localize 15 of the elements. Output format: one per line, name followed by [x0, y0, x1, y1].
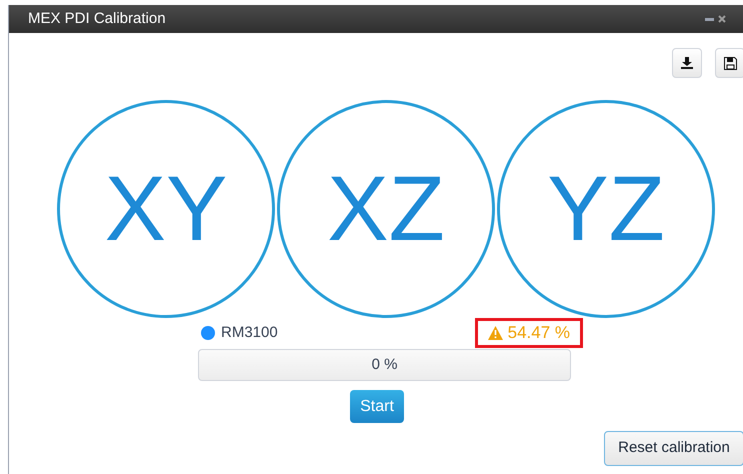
start-button[interactable]: Start: [350, 390, 404, 423]
reset-calibration-button[interactable]: Reset calibration: [604, 431, 743, 466]
close-icon[interactable]: [718, 15, 726, 23]
download-button[interactable]: [672, 48, 702, 78]
window-title: MEX PDI Calibration: [28, 8, 166, 29]
warning-icon: [488, 326, 503, 340]
plane-button[interactable]: XZ: [277, 100, 495, 318]
minimize-icon[interactable]: [705, 18, 714, 20]
save-button[interactable]: [715, 48, 743, 78]
warning-value: 54.47 %: [474, 318, 583, 348]
plane-button[interactable]: XY: [57, 100, 275, 318]
download-icon: [680, 56, 694, 70]
sensor-name: RM3100: [221, 322, 278, 342]
plane-button[interactable]: YZ: [497, 100, 715, 318]
progress-reading: 0 %: [372, 354, 398, 375]
